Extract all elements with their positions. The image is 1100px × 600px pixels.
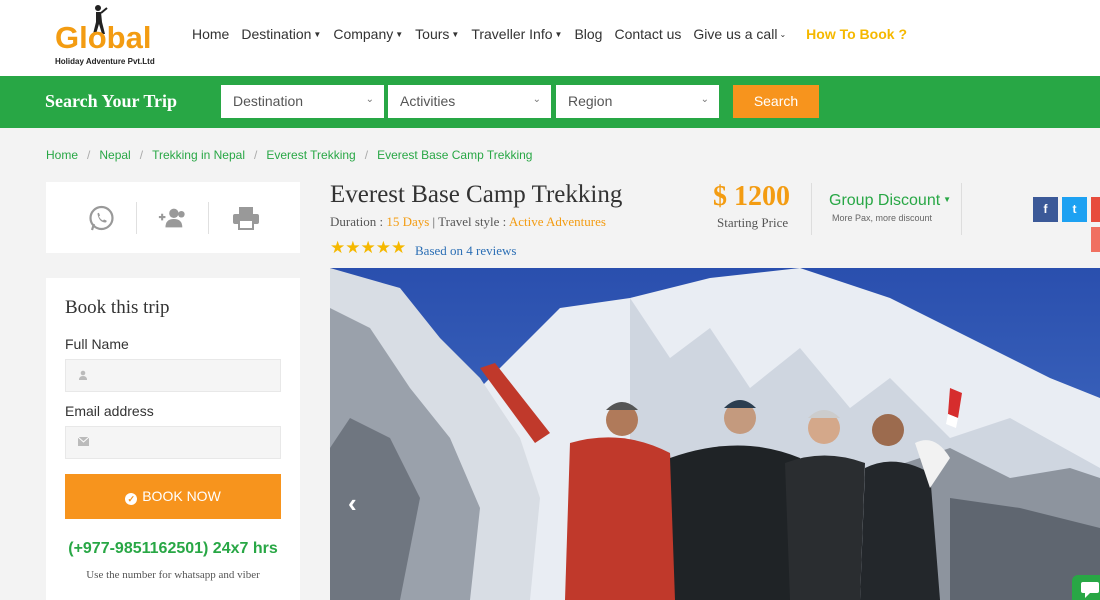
nav-contact[interactable]: Contact us xyxy=(614,26,681,43)
chevron-down-icon: ⌄ xyxy=(365,94,374,105)
main-nav: Home Destination ▼ Company ▼ Tours ▼ Travel… xyxy=(192,26,919,43)
breadcrumb: Home / Nepal / Trekking in Nepal / Evere… xyxy=(46,148,533,162)
site-logo[interactable]: Global Holiday Adventure Pvt.Ltd xyxy=(55,4,175,70)
carousel-prev-icon[interactable]: ‹ xyxy=(348,488,357,519)
check-circle-icon: ✓ xyxy=(125,493,138,505)
nav-home[interactable]: Home xyxy=(192,26,229,43)
breadcrumb-trekking-nepal[interactable]: Trekking in Nepal xyxy=(152,148,245,162)
facebook-share-icon[interactable]: f xyxy=(1033,197,1058,222)
contact-phone[interactable]: (+977-9851162501) 24x7 hrs xyxy=(46,540,300,558)
share-icon-partial[interactable] xyxy=(1091,197,1100,222)
chat-icon[interactable] xyxy=(1072,575,1100,600)
breadcrumb-nepal[interactable]: Nepal xyxy=(99,148,130,162)
breadcrumb-everest-trekking[interactable]: Everest Trekking xyxy=(266,148,355,162)
group-discount-toggle[interactable]: Group Discount ▼ xyxy=(829,192,951,210)
caret-down-icon: ▼ xyxy=(554,30,563,39)
caret-down-icon: ▼ xyxy=(395,30,404,39)
travel-style[interactable]: Active Adventures xyxy=(509,214,606,229)
share-icon-partial[interactable] xyxy=(1091,227,1100,252)
destination-select[interactable]: Destination ⌄ xyxy=(221,85,384,118)
nav-how-to-book[interactable]: How To Book ? xyxy=(806,26,907,43)
booking-form: Book this trip Full Name Email address ✓… xyxy=(46,278,300,600)
share-box xyxy=(46,182,300,253)
chevron-down-icon: ⌄ xyxy=(700,94,709,105)
caret-down-icon: ▼ xyxy=(451,30,460,39)
chevron-down-icon: ⌄ xyxy=(532,94,541,105)
full-name-label: Full Name xyxy=(65,336,129,352)
region-select[interactable]: Region ⌄ xyxy=(556,85,719,118)
trip-title: Everest Base Camp Trekking xyxy=(330,181,623,208)
reviews-link[interactable]: Based on 4 reviews xyxy=(415,243,516,259)
mountain-photo xyxy=(330,268,1100,600)
trip-meta: Duration : 15 Days | Travel style : Acti… xyxy=(330,214,606,229)
search-title: Search Your Trip xyxy=(45,91,178,111)
phone-note: Use the number for whatsapp and viber xyxy=(86,569,260,581)
logo-word: Global xyxy=(55,20,152,55)
chevron-down-icon: ⌄ xyxy=(779,30,787,39)
email-label: Email address xyxy=(65,403,154,419)
caret-down-icon: ▼ xyxy=(943,195,952,204)
trip-hero-image[interactable] xyxy=(330,268,1100,600)
breadcrumb-current[interactable]: Everest Base Camp Trekking xyxy=(377,148,532,162)
site-header: Global Holiday Adventure Pvt.Ltd Home De… xyxy=(0,0,1100,76)
trip-price: $ 1200 xyxy=(713,181,790,212)
nav-destination[interactable]: Destination ▼ xyxy=(241,26,321,43)
nav-tours[interactable]: Tours ▼ xyxy=(415,26,459,43)
email-field[interactable] xyxy=(65,426,281,459)
full-name-field[interactable] xyxy=(65,359,281,392)
nav-traveller-info[interactable]: Traveller Info ▼ xyxy=(471,26,562,43)
user-icon xyxy=(79,370,87,380)
breadcrumb-home[interactable]: Home xyxy=(46,148,78,162)
print-icon[interactable] xyxy=(231,204,261,232)
nav-blog[interactable]: Blog xyxy=(574,26,602,43)
book-now-button[interactable]: ✓ BOOK NOW xyxy=(65,474,281,519)
search-button[interactable]: Search xyxy=(733,85,819,118)
activities-select[interactable]: Activities ⌄ xyxy=(388,85,551,118)
nav-call[interactable]: Give us a call ⌄ xyxy=(693,26,786,43)
booking-title: Book this trip xyxy=(65,297,170,318)
group-discount-note: More Pax, more discount xyxy=(832,213,933,223)
add-users-icon[interactable] xyxy=(157,204,187,232)
nav-company[interactable]: Company ▼ xyxy=(333,26,403,43)
search-bar: Search Your Trip Destination ⌄ Activities… xyxy=(0,76,1100,128)
caret-down-icon: ▼ xyxy=(313,30,322,39)
price-label: Starting Price xyxy=(717,215,789,230)
envelope-icon xyxy=(78,437,89,446)
logo-tagline: Holiday Adventure Pvt.Ltd xyxy=(55,57,155,66)
twitter-share-icon[interactable]: t xyxy=(1062,197,1087,222)
whatsapp-icon[interactable] xyxy=(86,204,116,232)
rating-stars: ★★★★★ xyxy=(330,238,407,257)
trip-duration: 15 Days xyxy=(386,214,430,229)
